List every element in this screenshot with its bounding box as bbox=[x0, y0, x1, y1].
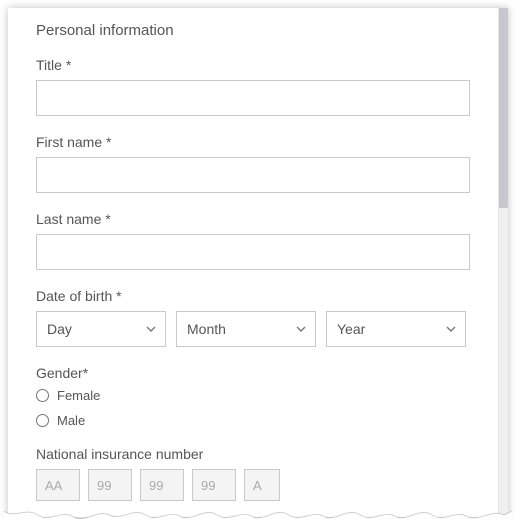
select-year-wrap: Year bbox=[326, 311, 466, 347]
nin-input-3[interactable] bbox=[140, 469, 184, 501]
scrollbar-track[interactable] bbox=[498, 8, 508, 517]
input-last-name[interactable] bbox=[36, 234, 470, 270]
field-title: Title * bbox=[36, 57, 470, 116]
label-last-name: Last name * bbox=[36, 211, 470, 227]
label-gender: Gender* bbox=[36, 365, 470, 381]
select-day[interactable]: Day bbox=[36, 311, 166, 347]
form-panel: Personal information Title * First name … bbox=[8, 8, 508, 517]
section-title: Personal information bbox=[36, 22, 470, 39]
nin-input-5[interactable] bbox=[244, 469, 280, 501]
field-nin: National insurance number bbox=[36, 446, 470, 501]
select-month-wrap: Month bbox=[176, 311, 316, 347]
radio-label-female: Female bbox=[57, 388, 100, 403]
label-first-name: First name * bbox=[36, 134, 470, 150]
select-month[interactable]: Month bbox=[176, 311, 316, 347]
label-nin: National insurance number bbox=[36, 446, 470, 462]
input-first-name[interactable] bbox=[36, 157, 470, 193]
field-first-name: First name * bbox=[36, 134, 470, 193]
nin-row bbox=[36, 469, 470, 501]
select-year[interactable]: Year bbox=[326, 311, 466, 347]
input-title[interactable] bbox=[36, 80, 470, 116]
radio-label-male: Male bbox=[57, 413, 85, 428]
scrollbar-thumb[interactable] bbox=[499, 8, 508, 208]
nin-input-4[interactable] bbox=[192, 469, 236, 501]
dob-row: Day Month Year bbox=[36, 311, 470, 347]
label-dob: Date of birth * bbox=[36, 288, 470, 304]
nin-input-1[interactable] bbox=[36, 469, 80, 501]
gender-radio-group: Female Male bbox=[36, 388, 470, 428]
nin-input-2[interactable] bbox=[88, 469, 132, 501]
field-dob: Date of birth * Day Month Year bbox=[36, 288, 470, 347]
radio-row-female: Female bbox=[36, 388, 470, 403]
field-last-name: Last name * bbox=[36, 211, 470, 270]
radio-male[interactable] bbox=[36, 414, 49, 427]
label-title: Title * bbox=[36, 57, 470, 73]
form-content: Personal information Title * First name … bbox=[8, 8, 498, 517]
field-gender: Gender* Female Male bbox=[36, 365, 470, 428]
radio-row-male: Male bbox=[36, 413, 470, 428]
select-day-wrap: Day bbox=[36, 311, 166, 347]
radio-female[interactable] bbox=[36, 389, 49, 402]
